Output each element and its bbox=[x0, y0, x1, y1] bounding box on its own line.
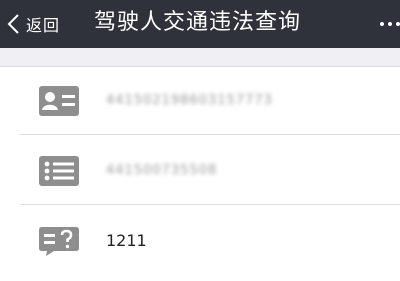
file-number-field[interactable]: 441500735508 bbox=[106, 137, 217, 205]
back-button[interactable]: 返回 bbox=[6, 0, 60, 48]
license-number-field[interactable]: 441502198603157773 bbox=[106, 67, 273, 135]
verify-code-icon bbox=[39, 227, 79, 256]
back-label: 返回 bbox=[26, 16, 61, 35]
row-divider bbox=[20, 204, 400, 205]
file-number-row[interactable]: 441500735508 bbox=[0, 137, 400, 205]
verification-code-row[interactable]: 1211 bbox=[0, 207, 400, 275]
more-button[interactable] bbox=[380, 0, 400, 48]
more-icon bbox=[380, 22, 400, 26]
row-divider bbox=[20, 134, 400, 135]
chevron-left-icon bbox=[7, 14, 19, 34]
license-number-row[interactable]: 441502198603157773 bbox=[0, 67, 400, 135]
query-form: 441502198603157773 441500735508 1211 bbox=[0, 66, 400, 281]
verification-code-field[interactable]: 1211 bbox=[106, 207, 147, 275]
navigation-bar: 返回 驾驶人交通违法查询 bbox=[0, 0, 400, 48]
id-card-icon bbox=[39, 86, 79, 116]
list-icon bbox=[39, 156, 79, 186]
page-title: 驾驶人交通违法查询 bbox=[94, 10, 302, 35]
